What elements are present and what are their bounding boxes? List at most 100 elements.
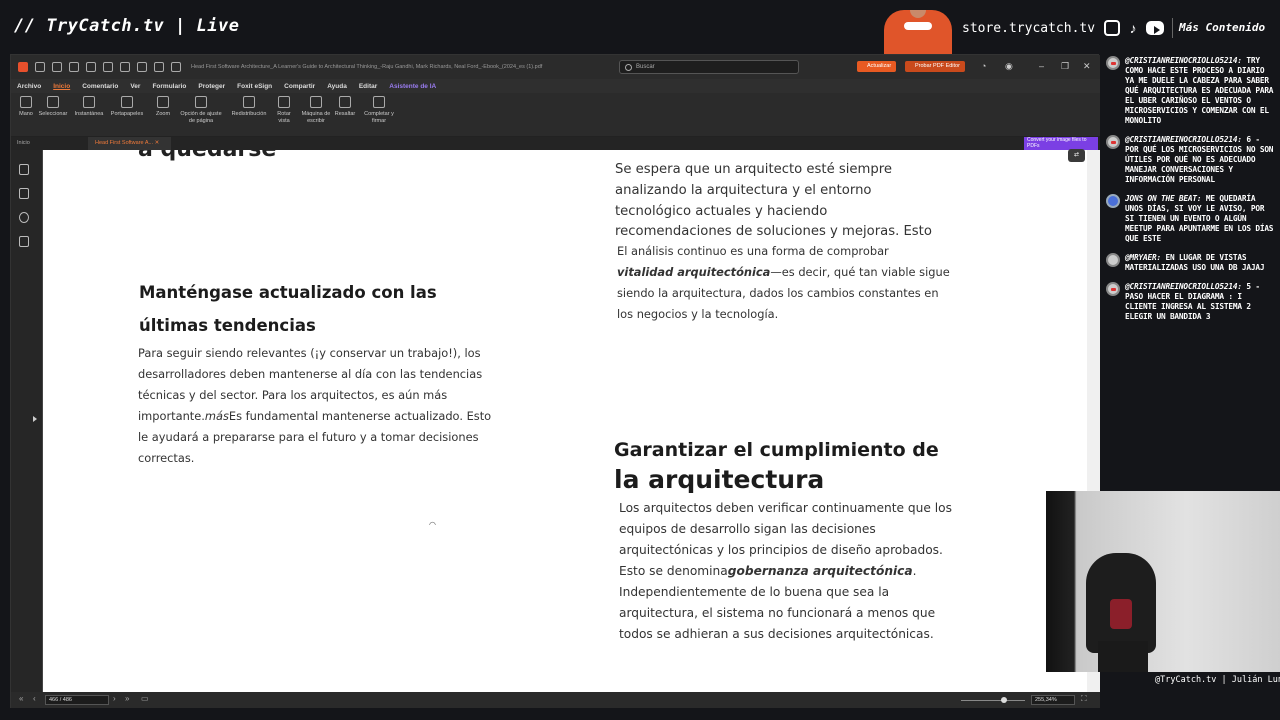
webcam-caption: @TryCatch.tv | Julián Luna <box>1155 675 1280 685</box>
snapshot-button[interactable]: Instantánea <box>71 96 107 118</box>
menu-ayuda[interactable]: Ayuda <box>327 83 347 90</box>
minimize-button[interactable]: – <box>1039 61 1044 71</box>
menu-archivo[interactable]: Archivo <box>17 83 41 90</box>
zoom-icon <box>157 96 169 108</box>
left-paragraph: Para seguir siendo relevantes (¡y conser… <box>138 346 492 465</box>
close-tab-icon[interactable]: ✕ <box>155 140 160 146</box>
copy-icon[interactable] <box>103 62 113 72</box>
menu-bar: Archivo Inicio Comentario Ver Formulario… <box>11 79 1100 93</box>
redo-icon[interactable] <box>154 62 164 72</box>
select-tool-button[interactable]: Seleccionar <box>37 96 69 118</box>
chat-message: JONS ON THE BEAT: ME QUEDARÍA UNOS DÍAS,… <box>1103 194 1275 244</box>
menu-proteger[interactable]: Proteger <box>198 83 225 90</box>
try-pdf-editor-button[interactable]: Probar PDF Editor <box>905 61 965 72</box>
menu-formulario[interactable]: Formulario <box>152 83 186 90</box>
chat-message: @CRISTIANREINOCRIOLLO5214: 5 - PASO HACE… <box>1103 282 1275 322</box>
document-title: Head First Software Architecture_A Learn… <box>191 64 543 70</box>
zoom-button[interactable]: Zoom <box>153 96 173 118</box>
account-icon[interactable]: ◉ <box>1005 61 1013 71</box>
user-badge-icon <box>1106 282 1120 296</box>
fill-sign-button[interactable]: Completar y firmar <box>363 96 395 124</box>
update-button[interactable]: Actualizar <box>857 61 897 72</box>
reflow-icon <box>243 96 255 108</box>
last-page-icon[interactable]: » <box>125 694 129 703</box>
social-icons: ♪ <box>1104 20 1164 36</box>
print-icon[interactable] <box>86 62 96 72</box>
user-badge-icon <box>1106 194 1120 208</box>
zoom-slider[interactable] <box>961 700 1025 701</box>
prev-page-icon[interactable]: ‹ <box>33 694 36 703</box>
undo-icon[interactable] <box>137 62 147 72</box>
youtube-icon <box>1146 21 1164 35</box>
comments-icon[interactable] <box>19 212 29 223</box>
snapshot-icon <box>83 96 95 108</box>
user-badge-icon <box>1106 253 1120 267</box>
mouse-cursor-icon: ◠ <box>429 520 436 529</box>
hand-tool-icon[interactable] <box>171 62 181 72</box>
bookmark-icon[interactable] <box>19 164 29 175</box>
pdf-reader-window: Head First Software Architecture_A Learn… <box>10 54 1100 708</box>
rotate-view-button[interactable]: Rotar vista <box>273 96 295 124</box>
fill-sign-icon <box>373 96 385 108</box>
hand-tool-button[interactable]: Mano <box>15 96 37 118</box>
menu-ai-assistant[interactable]: Asistente de IA <box>389 83 436 90</box>
foxit-logo-icon <box>18 62 28 72</box>
zoom-slider-handle[interactable] <box>1001 697 1007 703</box>
export-icon[interactable] <box>120 62 130 72</box>
menu-comentario[interactable]: Comentario <box>82 83 118 90</box>
attachments-icon[interactable] <box>19 236 29 247</box>
zoom-level-field[interactable]: 255,34% <box>1031 695 1075 705</box>
right-bottom-paragraph: Los arquitectos deben verificar continua… <box>619 501 952 641</box>
new-icon[interactable] <box>69 62 79 72</box>
user-badge-icon <box>1106 56 1120 70</box>
fit-page-button[interactable]: Opción de ajuste de página <box>177 96 225 124</box>
convert-promo-banner[interactable]: Convert your image files to PDFs <box>1024 137 1098 150</box>
restore-button[interactable]: ❐ <box>1061 61 1069 71</box>
menu-editar[interactable]: Editar <box>359 83 377 90</box>
menu-compartir[interactable]: Compartir <box>284 83 315 90</box>
instagram-icon <box>1104 20 1120 36</box>
streamer-avatar <box>884 10 952 54</box>
fullscreen-icon[interactable]: ⛶ <box>1081 694 1087 704</box>
tab-document[interactable]: Head First Software A... ✕ <box>89 137 171 150</box>
right-top-paragraph-2: El análisis continuo es una forma de com… <box>617 244 950 321</box>
live-chat: @CRISTIANREINOCRIOLLO5214: TRY COMO HACE… <box>1103 56 1275 331</box>
open-folder-icon[interactable] <box>35 62 45 72</box>
menu-foxit-esign[interactable]: Foxit eSign <box>237 83 272 90</box>
tab-inicio[interactable]: Inicio <box>11 137 89 150</box>
more-content-label: Más Contenido <box>1179 21 1266 34</box>
select-icon <box>47 96 59 108</box>
pages-icon[interactable] <box>19 188 29 199</box>
page-view-icon[interactable]: ▭ <box>141 694 149 703</box>
left-heading-line1: Manténgase actualizado con las <box>139 283 437 302</box>
clipboard-button[interactable]: Portapapeles <box>109 96 145 118</box>
typewriter-icon <box>310 96 322 108</box>
tiktok-icon: ♪ <box>1129 20 1137 36</box>
highlight-button[interactable]: Resaltar <box>333 96 357 118</box>
save-icon[interactable] <box>52 62 62 72</box>
title-bar: Head First Software Architecture_A Learn… <box>11 55 1100 79</box>
close-button[interactable]: ✕ <box>1083 61 1091 71</box>
menu-inicio[interactable]: Inicio <box>53 83 70 90</box>
right-heading-line1: Garantizar el cumplimiento de <box>614 439 939 461</box>
right-heading-line2: la arquitectura <box>614 465 825 494</box>
floating-tool-icon[interactable]: ⇄ <box>1068 149 1085 162</box>
store-url: store.trycatch.tv <box>962 21 1096 36</box>
pdf-page: a quedarse Manténgase actualizado con la… <box>43 150 1087 696</box>
document-tabs: Inicio Head First Software A... ✕ Conver… <box>11 137 1100 150</box>
user-badge-icon <box>1106 135 1120 149</box>
typewriter-button[interactable]: Máquina de escribir <box>301 96 331 124</box>
next-page-icon[interactable]: › <box>113 694 116 703</box>
bell-icon[interactable]: ◔ <box>981 61 986 71</box>
chat-message: @MRYAER: EN LUGAR DE VISTAS MATERIALIZAD… <box>1103 253 1275 273</box>
highlight-icon <box>339 96 351 108</box>
clipboard-icon <box>121 96 133 108</box>
search-input[interactable]: Buscar <box>619 60 799 74</box>
menu-ver[interactable]: Ver <box>130 83 140 90</box>
expand-sidebar-icon[interactable] <box>33 416 37 422</box>
reflow-button[interactable]: Redistribución <box>229 96 269 118</box>
page-number-field[interactable]: 466 / 486 <box>45 695 109 705</box>
first-page-icon[interactable]: « <box>19 694 23 703</box>
cut-heading: a quedarse <box>138 150 276 162</box>
left-heading-line2: últimas tendencias <box>139 316 316 335</box>
